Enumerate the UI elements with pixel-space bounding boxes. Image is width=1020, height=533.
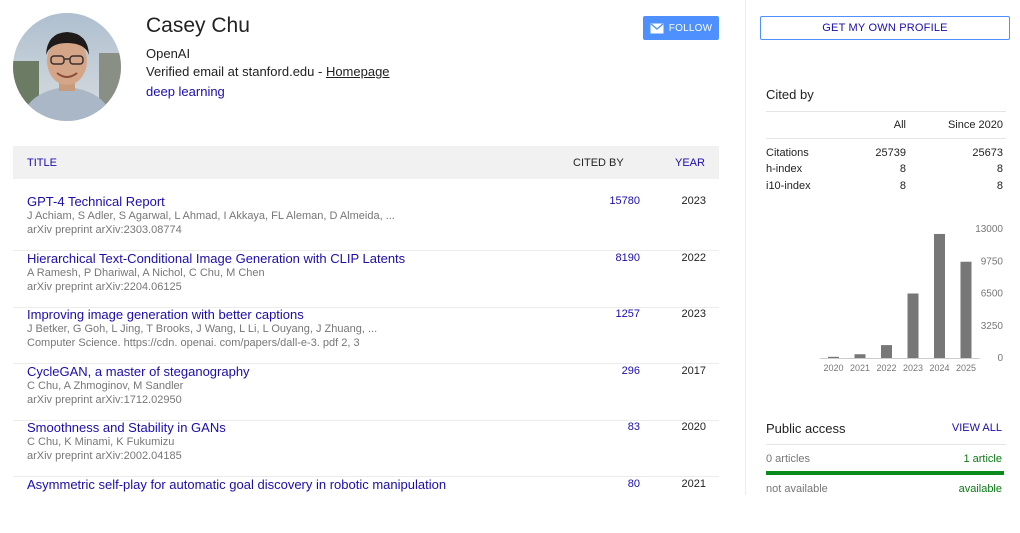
stat-since-i10-index: 8 (996, 180, 1003, 192)
cited-by-col-all: All (893, 119, 906, 131)
stat-all-i10-index: 8 (899, 180, 906, 192)
chart-bar-2022[interactable] (881, 345, 892, 358)
chart-bar-2025[interactable] (960, 261, 972, 358)
article-cited-by-link[interactable]: 15780 (573, 195, 640, 207)
column-divider (745, 0, 746, 495)
chart-x-tick-label: 2023 (903, 363, 923, 373)
homepage-link[interactable]: Homepage (326, 64, 390, 79)
chart-bar-2024[interactable] (934, 233, 945, 358)
avatar-photo (13, 13, 121, 121)
article-year: 2023 (681, 195, 706, 207)
article-authors: J Betker, G Goh, L Jing, T Brooks, J Wan… (27, 323, 378, 335)
follow-label: FOLLOW (668, 22, 713, 34)
article-authors: C Chu, A Zhmoginov, M Sandler (27, 380, 184, 392)
chart-bar-2020[interactable] (828, 356, 839, 358)
chart-x-tick-label: 2022 (876, 363, 896, 373)
chart-bar-2021[interactable] (854, 354, 866, 358)
article-year: 2022 (681, 252, 706, 264)
article-cited-by-link[interactable]: 8190 (573, 252, 640, 264)
stat-label-citations: Citations (766, 147, 809, 159)
follow-button[interactable]: FOLLOW (643, 16, 719, 40)
article-authors: A Ramesh, P Dhariwal, A Nichol, C Chu, M… (27, 267, 265, 279)
not-available-count: 0 articles (766, 453, 811, 465)
article-title-link[interactable]: GPT-4 Technical Report (27, 194, 165, 209)
interest-link-deep-learning[interactable]: deep learning (146, 84, 225, 99)
article-year: 2023 (681, 308, 706, 320)
stat-all-citations: 25739 (875, 147, 906, 159)
article-cited-by-link[interactable]: 1257 (573, 308, 640, 320)
view-all-link[interactable]: VIEW ALL (930, 422, 1002, 434)
cited-by-heading: Cited by (766, 87, 814, 102)
table-row: Smoothness and Stability in GANs C Chu, … (13, 420, 719, 477)
article-cited-by-link[interactable]: 83 (573, 421, 640, 433)
article-title-link[interactable]: Asymmetric self-play for automatic goal … (27, 477, 446, 492)
table-row: Improving image generation with better c… (13, 307, 719, 364)
table-row: GPT-4 Technical Report J Achiam, S Adler… (13, 194, 719, 251)
chart-y-tick-label: 0 (997, 353, 1003, 364)
article-venue: arXiv preprint arXiv:2303.08774 (27, 224, 182, 236)
citations-bar-chart: 2020 2021 2022 2023 2024 2025 13000 9750 6500 325… (820, 224, 1004, 373)
public-access-progress-bar (766, 471, 1004, 475)
stat-since-citations: 25673 (972, 147, 1003, 159)
articles-table-header: TITLE CITED BY YEAR (13, 146, 719, 179)
column-header-cited-by[interactable]: CITED BY (573, 157, 624, 169)
chart-x-tick-label: 2021 (850, 363, 870, 373)
profile-verified-email: Verified email at stanford.edu - Homepag… (146, 64, 390, 79)
table-row: Hierarchical Text-Conditional Image Gene… (13, 251, 719, 308)
avatar (13, 13, 121, 121)
article-cited-by-link[interactable]: 80 (573, 478, 640, 490)
chart-bar-2023[interactable] (907, 293, 919, 359)
article-cited-by-link[interactable]: 296 (573, 365, 640, 377)
available-count[interactable]: 1 article (920, 453, 1002, 465)
mail-icon (650, 23, 664, 33)
available-label: available (958, 483, 1002, 495)
divider (766, 138, 1006, 139)
article-title-link[interactable]: Improving image generation with better c… (27, 307, 304, 322)
divider (766, 444, 1006, 445)
stat-label-i10-index: i10-index (766, 180, 811, 192)
article-venue: arXiv preprint arXiv:1712.02950 (27, 394, 182, 406)
article-year: 2017 (681, 365, 706, 377)
article-title-link[interactable]: CycleGAN, a master of steganography (27, 364, 250, 379)
stat-since-h-index: 8 (996, 163, 1003, 175)
article-authors: J Achiam, S Adler, S Agarwal, L Ahmad, I… (27, 210, 395, 222)
article-venue: Computer Science. https://cdn. openai. c… (27, 337, 360, 349)
profile-name: Casey Chu (146, 14, 250, 37)
stat-label-h-index: h-index (766, 163, 803, 175)
article-year: 2020 (681, 421, 706, 433)
chart-y-tick-label: 9750 (981, 256, 1004, 267)
chart-y-tick-label: 3250 (981, 321, 1004, 332)
chart-y-tick-label: 13000 (975, 224, 1003, 235)
get-my-own-profile-button[interactable]: GET MY OWN PROFILE (760, 16, 1010, 40)
verified-email-text: Verified email at stanford.edu - (146, 64, 326, 79)
article-venue: arXiv preprint arXiv:2204.06125 (27, 281, 182, 293)
profile-affiliation: OpenAI (146, 46, 191, 61)
table-row: CycleGAN, a master of steganography C Ch… (13, 364, 719, 421)
not-available-label: not available (766, 483, 828, 495)
article-title-link[interactable]: Hierarchical Text-Conditional Image Gene… (27, 251, 405, 266)
article-authors: C Chu, K Minami, K Fukumizu (27, 436, 175, 448)
divider (766, 111, 1006, 112)
cited-by-col-since: Since 2020 (947, 119, 1003, 131)
public-access-heading: Public access (766, 421, 846, 436)
article-year: 2021 (681, 478, 706, 490)
column-header-year[interactable]: YEAR (675, 157, 705, 169)
article-title-link[interactable]: Smoothness and Stability in GANs (27, 420, 226, 435)
stat-all-h-index: 8 (899, 163, 906, 175)
table-row: Asymmetric self-play for automatic goal … (13, 477, 719, 533)
chart-x-tick-label: 2025 (956, 363, 976, 373)
column-header-title[interactable]: TITLE (27, 157, 57, 169)
chart-x-tick-label: 2024 (929, 363, 949, 373)
chart-x-tick-label: 2020 (823, 363, 843, 373)
article-venue: arXiv preprint arXiv:2002.04185 (27, 450, 182, 462)
chart-y-tick-label: 6500 (981, 289, 1004, 300)
